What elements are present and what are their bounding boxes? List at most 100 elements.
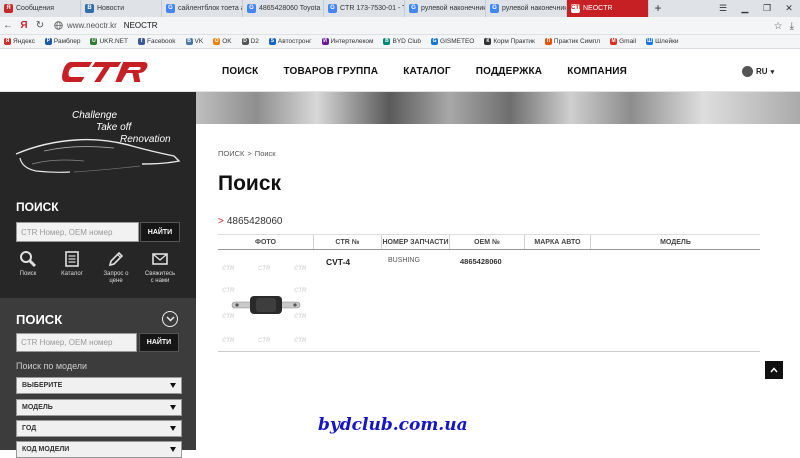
bookmark-favicon-icon: U bbox=[90, 38, 98, 45]
sidebar-search-input[interactable]: CTR Номер, OEM номер bbox=[16, 222, 139, 242]
bookmark-item[interactable]: D D2 bbox=[241, 38, 259, 45]
select-value: ВЫБЕРИТЕ bbox=[22, 382, 63, 389]
main-content: ПОИСК > Поиск Поиск >4865428060 ФОТО CTR №… bbox=[196, 124, 800, 450]
nav-link[interactable]: ТОВАРОВ ГРУППА bbox=[283, 66, 378, 77]
ctr-number-cell[interactable]: CVT-4 bbox=[326, 257, 350, 267]
sidebar-search-button[interactable]: НАЙТИ bbox=[140, 222, 180, 242]
nav-link[interactable]: КОМПАНИЯ bbox=[567, 66, 627, 77]
sidebar-search-title: ПОИСК bbox=[16, 200, 59, 214]
close-window-icon[interactable]: ✕ bbox=[778, 0, 800, 17]
model-select[interactable]: МОДЕЛЬ bbox=[16, 399, 182, 416]
catalog-icon bbox=[65, 251, 79, 267]
quick-link-catalog[interactable]: Каталог bbox=[56, 250, 88, 285]
browser-tab[interactable]: CTR NEOCTR bbox=[567, 0, 649, 17]
svg-text:CTR: CTR bbox=[258, 266, 271, 272]
bookmark-favicon-icon: S bbox=[268, 38, 276, 45]
bookmark-item[interactable]: Р Рамблер bbox=[44, 38, 80, 45]
quick-links: Поиск Каталог Запрос о цене Свяжитесь с … bbox=[12, 250, 176, 285]
bookmark-item[interactable]: S Автостронг bbox=[268, 38, 312, 45]
bookmark-item[interactable]: К Корм Практик bbox=[484, 38, 535, 45]
refresh-icon[interactable]: ↻ bbox=[32, 20, 48, 31]
product-photo[interactable]: CTR CTR CTR CTR CTR CTR CTR CTR CTR CTR bbox=[218, 258, 314, 348]
oem-number-cell: 4865428060 bbox=[460, 257, 502, 266]
quick-link-search[interactable]: Поиск bbox=[12, 250, 44, 285]
browser-tab[interactable]: Я Сообщения bbox=[0, 0, 81, 17]
scroll-to-top-button[interactable] bbox=[765, 361, 783, 379]
browser-tab[interactable]: В Новости bbox=[81, 0, 162, 17]
bookmark-favicon-icon: B bbox=[383, 38, 391, 45]
tab-label: Сообщения bbox=[16, 5, 54, 12]
browser-tab[interactable]: Gрулевой наконечник bbox=[486, 0, 567, 17]
tab-label: NEOCTR bbox=[583, 5, 613, 12]
sidebar-bottom: ПОИСК CTR Номер, OEM номер НАЙТИ Поиск п… bbox=[0, 298, 196, 458]
browser-tab[interactable]: Gрулевой наконечник bbox=[405, 0, 486, 17]
svg-text:CTR: CTR bbox=[294, 266, 307, 272]
brand-select[interactable]: ВЫБЕРИТЕ bbox=[16, 377, 182, 394]
browser-tab[interactable]: G CTR 173-7530-01 - T bbox=[324, 0, 405, 17]
language-switcher[interactable]: RU ▾ bbox=[742, 66, 774, 77]
tab-favicon-icon: G bbox=[409, 4, 418, 13]
year-select[interactable]: ГОД bbox=[16, 420, 182, 437]
nav-link[interactable]: ПОДДЕРЖКА bbox=[476, 66, 542, 77]
bookmark-item[interactable]: f Facebook bbox=[137, 38, 176, 45]
header-banner-image bbox=[196, 92, 800, 124]
bookmark-item[interactable]: П Практик Симпл bbox=[544, 38, 600, 45]
bookmark-item[interactable]: Я Яндекс bbox=[4, 38, 35, 45]
photo-watermark-text: CTR bbox=[222, 266, 235, 272]
tab-favicon-icon: G bbox=[328, 4, 337, 13]
tab-label: рулевой наконечник bbox=[421, 5, 486, 12]
bookmark-item[interactable]: О OK bbox=[213, 38, 232, 45]
bookmark-item[interactable]: G GISMETEO bbox=[431, 38, 474, 45]
bookmark-favicon-icon: П bbox=[544, 38, 552, 45]
nav-link[interactable]: ПОИСК bbox=[222, 66, 258, 77]
bookmark-item[interactable]: Ш Шлейки bbox=[646, 38, 679, 45]
sidebar-search-button-2[interactable]: НАЙТИ bbox=[139, 333, 179, 352]
bookmark-label: Корм Практик bbox=[493, 38, 535, 45]
bookmark-favicon-icon: G bbox=[431, 38, 439, 45]
tab-label: рулевой наконечник bbox=[502, 5, 567, 12]
bookmark-item[interactable]: В VK bbox=[185, 38, 203, 45]
svg-text:CTR: CTR bbox=[294, 314, 307, 320]
nav-link[interactable]: КАТАЛОГ bbox=[403, 66, 451, 77]
quick-link-price-request[interactable]: Запрос о цене bbox=[100, 250, 132, 285]
bookmark-label: Автостронг bbox=[277, 38, 312, 45]
breadcrumb-root-link[interactable]: ПОИСК bbox=[218, 149, 244, 158]
restore-icon[interactable]: ❐ bbox=[756, 0, 778, 17]
tab-label: CTR 173-7530-01 - T bbox=[340, 5, 405, 12]
bookmark-label: OK bbox=[222, 38, 232, 45]
new-tab-button[interactable]: + bbox=[649, 0, 667, 17]
table-row[interactable]: CTR CTR CTR CTR CTR CTR CTR CTR CTR CTR CVT-4 … bbox=[218, 250, 760, 352]
bookmark-star-icon[interactable]: ☆ bbox=[774, 21, 783, 32]
browser-tab[interactable]: G 4865428060 Toyota bbox=[243, 0, 324, 17]
quick-link-label: Каталог bbox=[61, 271, 83, 277]
chevron-up-icon bbox=[770, 367, 778, 373]
globe-icon bbox=[54, 21, 63, 30]
search-query-text: 4865428060 bbox=[226, 216, 283, 227]
browser-tab[interactable]: Gсайлентблок тоета авенсис bbox=[162, 0, 243, 17]
yandex-home-icon[interactable]: Я bbox=[16, 20, 32, 31]
address-bar: ← Я ↻ www.neoctr.kr NEOCTR ☆ ⤓ bbox=[0, 17, 800, 35]
sidebar-search-input-2[interactable]: CTR Номер, OEM номер bbox=[16, 333, 137, 352]
svg-text:CTR: CTR bbox=[258, 338, 271, 344]
tab-favicon-icon: Я bbox=[4, 4, 13, 13]
model-search-label: Поиск по модели bbox=[16, 361, 88, 371]
minimize-icon[interactable]: ▁ bbox=[734, 0, 756, 17]
dropdown-arrow-icon bbox=[170, 383, 176, 388]
bookmark-item[interactable]: B BYD Club bbox=[383, 38, 421, 45]
tab-menu-icon[interactable]: ☰ bbox=[712, 0, 734, 17]
download-icon[interactable]: ⤓ bbox=[790, 21, 794, 32]
globe-icon bbox=[742, 66, 753, 77]
bookmark-favicon-icon: К bbox=[484, 38, 492, 45]
back-icon[interactable]: ← bbox=[0, 20, 16, 31]
ctr-logo[interactable] bbox=[60, 59, 148, 85]
bookmark-favicon-icon: И bbox=[321, 38, 329, 45]
collapse-toggle[interactable] bbox=[162, 311, 178, 327]
quick-link-contact[interactable]: Свяжитесь с нами bbox=[144, 250, 176, 285]
query-prefix: > bbox=[218, 216, 224, 227]
bookmark-label: UKR.NET bbox=[99, 38, 128, 45]
bookmark-item[interactable]: M Gmail bbox=[610, 38, 636, 45]
bookmark-item[interactable]: И Интертелеком bbox=[321, 38, 373, 45]
bookmark-item[interactable]: U UKR.NET bbox=[90, 38, 128, 45]
url-field[interactable]: www.neoctr.kr NEOCTR bbox=[54, 21, 158, 30]
tab-label: 4865428060 Toyota bbox=[259, 5, 321, 12]
